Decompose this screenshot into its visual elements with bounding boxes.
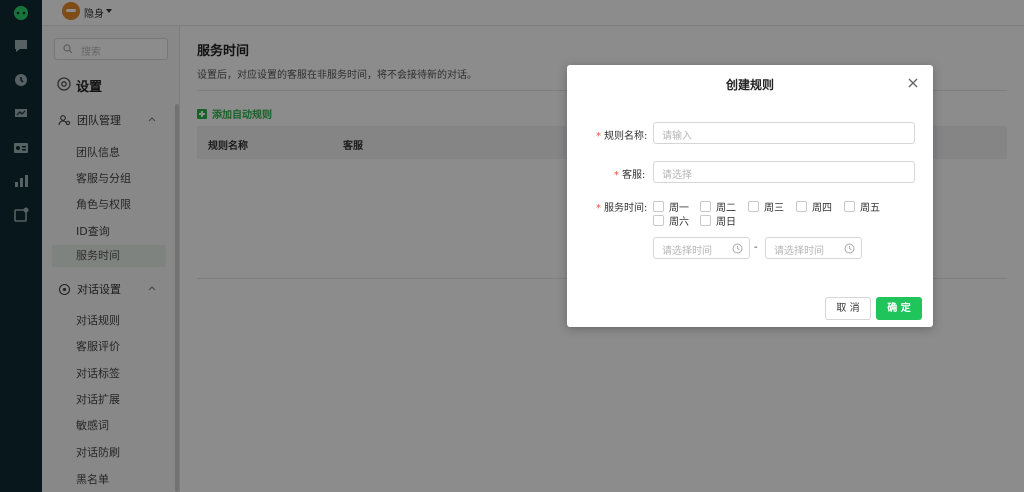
clock-icon (844, 243, 855, 254)
checkbox-box[interactable] (653, 201, 664, 212)
agent-label: * 客服: (614, 170, 646, 181)
checkbox-thu[interactable]: 周四 (796, 199, 832, 214)
required-mark: * (596, 131, 601, 142)
confirm-button[interactable]: 确 定 (876, 297, 922, 320)
checkbox-label: 周五 (860, 203, 880, 214)
checkbox-label: 周日 (716, 217, 736, 228)
create-rule-dialog: 创建规则 * 规则名称: 请输入 * 客服: 请选择 * 服务时间: 周一 周二 周三… (567, 65, 933, 327)
service-time-label: * 服务时间: (596, 203, 648, 214)
checkbox-sat[interactable]: 周六 (653, 213, 689, 228)
checkbox-label: 周六 (669, 217, 689, 228)
rule-name-placeholder: 请输入 (662, 131, 692, 142)
start-time-placeholder: 请选择时间 (662, 246, 712, 257)
checkbox-box[interactable] (796, 201, 807, 212)
checkbox-tue[interactable]: 周二 (700, 199, 736, 214)
checkbox-box[interactable] (700, 215, 711, 226)
agent-placeholder: 请选择 (662, 170, 692, 181)
rule-name-input[interactable]: 请输入 (653, 122, 915, 144)
checkbox-box[interactable] (653, 215, 664, 226)
end-time-picker[interactable]: 请选择时间 (765, 237, 862, 259)
checkbox-box[interactable] (700, 201, 711, 212)
start-time-picker[interactable]: 请选择时间 (653, 237, 750, 259)
end-time-placeholder: 请选择时间 (774, 246, 824, 257)
required-mark: * (614, 170, 619, 181)
checkbox-wed[interactable]: 周三 (748, 199, 784, 214)
checkbox-box[interactable] (844, 201, 855, 212)
close-icon[interactable] (907, 77, 919, 89)
checkbox-sun[interactable]: 周日 (700, 213, 736, 228)
cancel-button[interactable]: 取 消 (825, 297, 871, 320)
checkbox-label: 周一 (669, 203, 689, 214)
checkbox-label: 周四 (812, 203, 832, 214)
checkbox-box[interactable] (748, 201, 759, 212)
checkbox-mon[interactable]: 周一 (653, 199, 689, 214)
rule-name-label: * 规则名称: (596, 131, 648, 142)
checkbox-fri[interactable]: 周五 (844, 199, 880, 214)
checkbox-label: 周二 (716, 203, 736, 214)
time-range-separator: - (754, 242, 758, 253)
required-mark: * (596, 203, 601, 214)
dialog-title: 创建规则 (725, 78, 774, 92)
agent-select[interactable]: 请选择 (653, 161, 915, 183)
checkbox-label: 周三 (764, 203, 784, 214)
clock-icon (732, 243, 743, 254)
